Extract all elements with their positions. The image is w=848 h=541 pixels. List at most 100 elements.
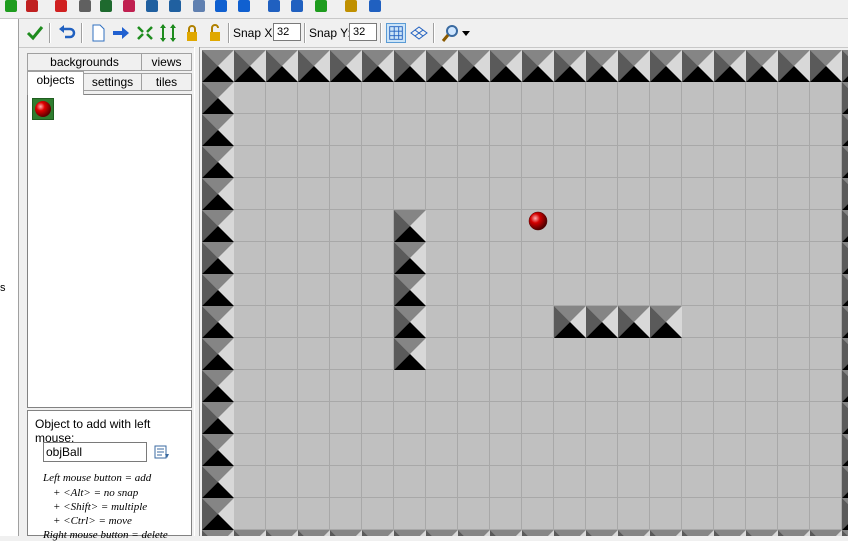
isometric-icon[interactable] xyxy=(409,23,429,43)
grid-cell[interactable] xyxy=(234,306,266,338)
grid-cell[interactable] xyxy=(746,210,778,242)
grid-cell[interactable] xyxy=(298,434,330,466)
grid-cell[interactable] xyxy=(458,146,490,178)
grid-cell[interactable] xyxy=(458,242,490,274)
grid-cell[interactable] xyxy=(458,306,490,338)
room-icon[interactable] xyxy=(236,0,252,16)
wall-block[interactable] xyxy=(234,530,266,536)
wall-block[interactable] xyxy=(714,50,746,82)
grid-cell[interactable] xyxy=(426,402,458,434)
panel-splitter[interactable] xyxy=(194,47,200,536)
grid-cell[interactable] xyxy=(266,114,298,146)
wall-block[interactable] xyxy=(618,306,650,338)
wall-block[interactable] xyxy=(202,242,234,274)
grid-cell[interactable] xyxy=(810,114,842,146)
grid-cell[interactable] xyxy=(554,178,586,210)
grid-cell[interactable] xyxy=(746,498,778,530)
grid-cell[interactable] xyxy=(362,402,394,434)
grid-cell[interactable] xyxy=(426,114,458,146)
grid-cell[interactable] xyxy=(234,338,266,370)
grid-cell[interactable] xyxy=(618,498,650,530)
grid-cell[interactable] xyxy=(810,306,842,338)
grid-cell[interactable] xyxy=(714,82,746,114)
wall-block[interactable] xyxy=(394,530,426,536)
wall-block[interactable] xyxy=(394,306,426,338)
wall-block[interactable] xyxy=(842,338,848,370)
grid-cell[interactable] xyxy=(394,434,426,466)
grid-cell[interactable] xyxy=(458,210,490,242)
grid-cell[interactable] xyxy=(234,434,266,466)
grid-cell[interactable] xyxy=(778,146,810,178)
grid-cell[interactable] xyxy=(778,338,810,370)
grid-cell[interactable] xyxy=(490,210,522,242)
grid-cell[interactable] xyxy=(618,178,650,210)
wall-block[interactable] xyxy=(650,306,682,338)
grid-cell[interactable] xyxy=(362,370,394,402)
grid-cell[interactable] xyxy=(522,178,554,210)
grid-cell[interactable] xyxy=(394,370,426,402)
wall-block[interactable] xyxy=(810,50,842,82)
grid-cell[interactable] xyxy=(554,338,586,370)
grid-cell[interactable] xyxy=(810,146,842,178)
wall-block[interactable] xyxy=(554,306,586,338)
grid-cell[interactable] xyxy=(266,370,298,402)
run-red-icon[interactable] xyxy=(24,0,40,16)
snap-y-input[interactable] xyxy=(349,23,377,41)
grid-cell[interactable] xyxy=(714,306,746,338)
grid-cell[interactable] xyxy=(586,466,618,498)
grid-cell[interactable] xyxy=(586,274,618,306)
grid-cell[interactable] xyxy=(586,178,618,210)
grid-cell[interactable] xyxy=(234,82,266,114)
grid-cell[interactable] xyxy=(298,466,330,498)
grid-cell[interactable] xyxy=(586,114,618,146)
grid-cell[interactable] xyxy=(618,242,650,274)
unlock-icon[interactable] xyxy=(205,23,225,43)
tab-tiles[interactable]: tiles xyxy=(141,73,192,91)
grid-cell[interactable] xyxy=(426,146,458,178)
snap-x-input[interactable] xyxy=(273,23,301,41)
selected-object-thumbnail[interactable] xyxy=(32,98,54,120)
zoom-icon[interactable] xyxy=(441,23,461,43)
wall-block[interactable] xyxy=(714,530,746,536)
grid-cell[interactable] xyxy=(714,274,746,306)
grid-cell[interactable] xyxy=(650,178,682,210)
grid-cell[interactable] xyxy=(426,466,458,498)
grid-cell[interactable] xyxy=(298,114,330,146)
grid-cell[interactable] xyxy=(298,370,330,402)
grid-cell[interactable] xyxy=(650,466,682,498)
grid-cell[interactable] xyxy=(778,402,810,434)
grid-cell[interactable] xyxy=(682,370,714,402)
wall-block[interactable] xyxy=(202,402,234,434)
font-icon[interactable] xyxy=(167,0,183,16)
grid-cell[interactable] xyxy=(746,82,778,114)
grid-cell[interactable] xyxy=(458,114,490,146)
grid-cell[interactable] xyxy=(394,82,426,114)
grid-cell[interactable] xyxy=(458,178,490,210)
grid-cell[interactable] xyxy=(234,274,266,306)
grid-cell[interactable] xyxy=(266,402,298,434)
wall-block[interactable] xyxy=(202,466,234,498)
grid-cell[interactable] xyxy=(266,466,298,498)
grid-cell[interactable] xyxy=(618,370,650,402)
wall-block[interactable] xyxy=(266,50,298,82)
grid-cell[interactable] xyxy=(266,306,298,338)
grid-cell[interactable] xyxy=(714,466,746,498)
wall-block[interactable] xyxy=(202,370,234,402)
wall-block[interactable] xyxy=(202,114,234,146)
grid-cell[interactable] xyxy=(458,402,490,434)
tab-backgrounds[interactable]: backgrounds xyxy=(27,53,142,71)
wall-block[interactable] xyxy=(522,530,554,536)
grid-cell[interactable] xyxy=(362,82,394,114)
grid-cell[interactable] xyxy=(362,178,394,210)
grid-cell[interactable] xyxy=(554,114,586,146)
run-green-icon[interactable] xyxy=(3,0,19,16)
grid-cell[interactable] xyxy=(330,402,362,434)
grid-cell[interactable] xyxy=(650,370,682,402)
extension-icon[interactable] xyxy=(313,0,329,16)
ok-checkmark-icon[interactable] xyxy=(25,23,45,43)
wall-block[interactable] xyxy=(842,530,848,536)
grid-cell[interactable] xyxy=(714,338,746,370)
grid-cell[interactable] xyxy=(810,402,842,434)
grid-cell[interactable] xyxy=(330,146,362,178)
wall-block[interactable] xyxy=(202,82,234,114)
